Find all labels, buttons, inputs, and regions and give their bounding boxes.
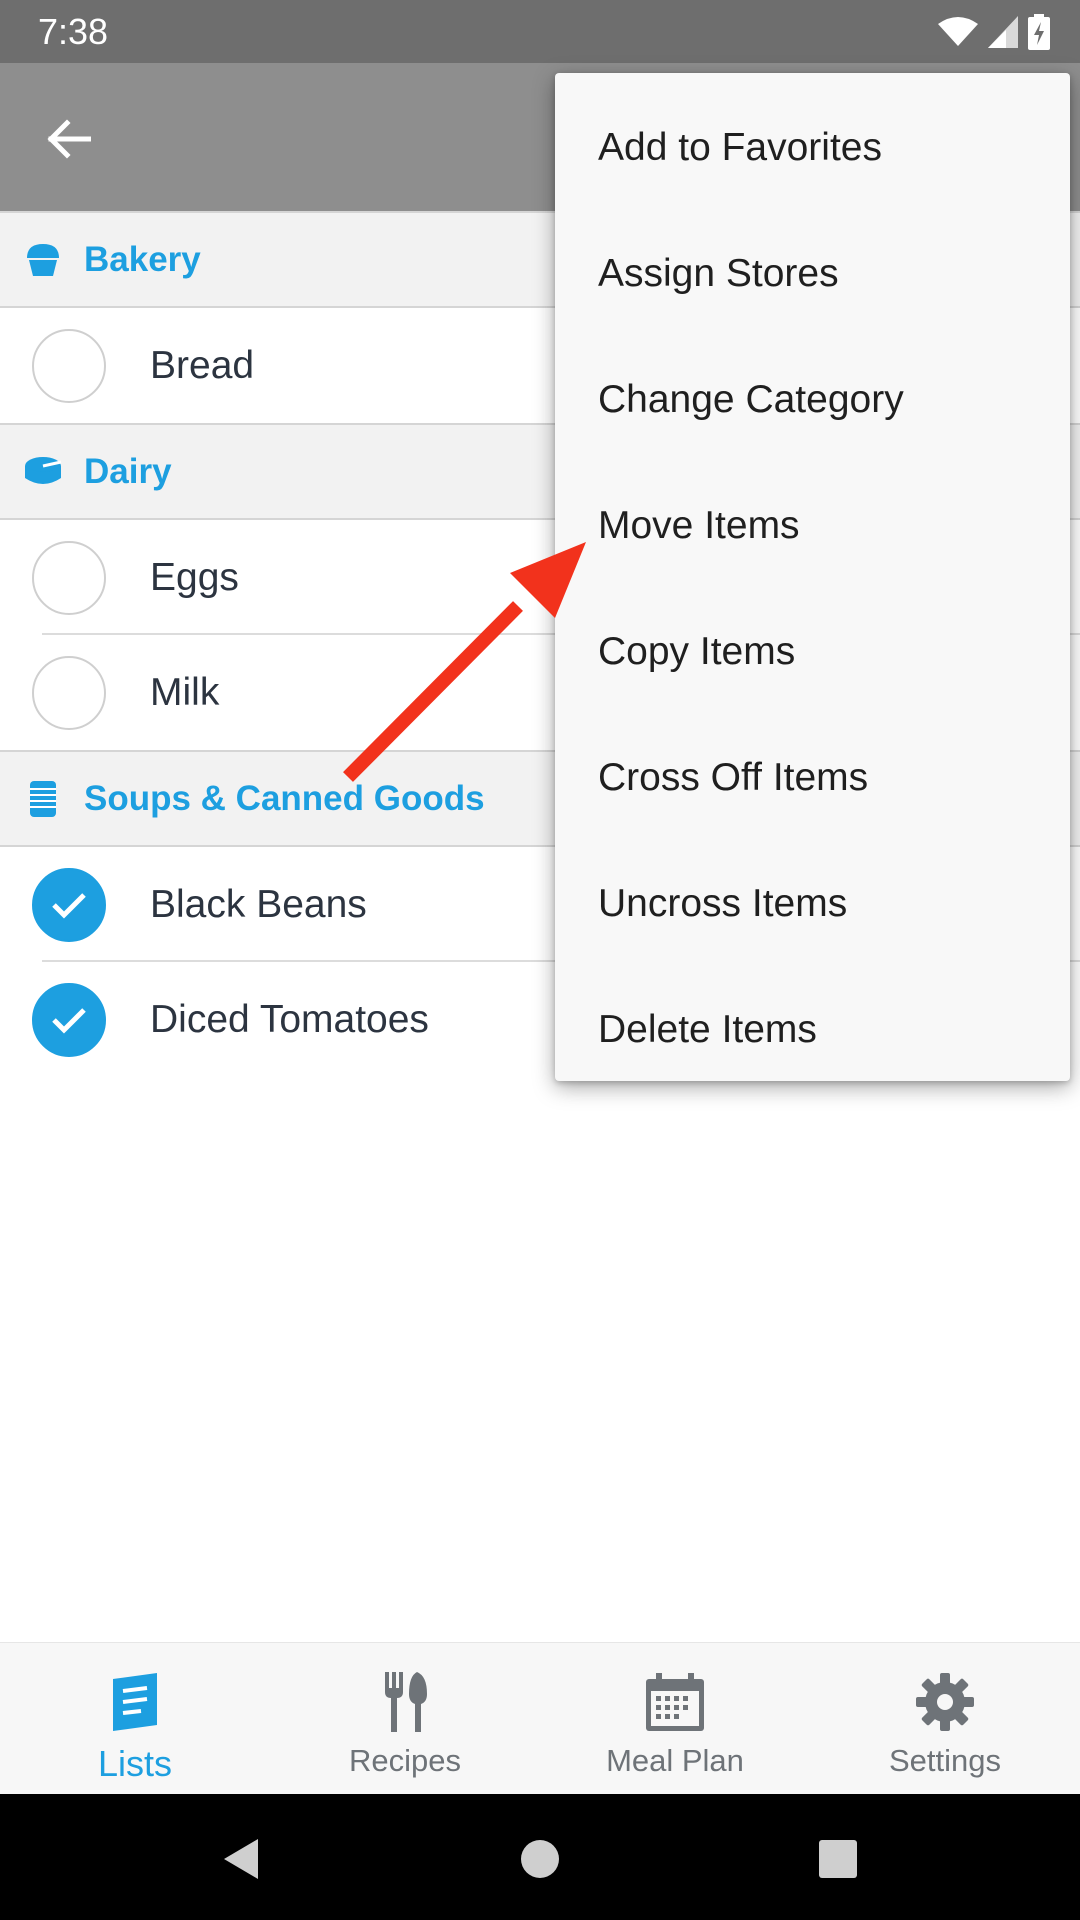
- category-label: Soups & Canned Goods: [84, 778, 485, 818]
- menu-item-delete-items[interactable]: Delete Items: [555, 967, 1070, 1093]
- tab-lists[interactable]: Lists: [0, 1643, 270, 1794]
- status-icons: [938, 12, 1050, 52]
- wifi-icon: [938, 17, 978, 46]
- tab-settings[interactable]: Settings: [810, 1643, 1080, 1794]
- home-circle-icon[interactable]: [505, 1824, 575, 1894]
- calendar-icon: [640, 1667, 710, 1737]
- category-label: Bakery: [84, 239, 201, 279]
- menu-item-cross-off-items[interactable]: Cross Off Items: [555, 715, 1070, 841]
- menu-item-change-category[interactable]: Change Category: [555, 337, 1070, 463]
- item-checkbox[interactable]: [32, 540, 106, 615]
- checkmark-icon: [52, 892, 86, 919]
- cupcake-icon: [22, 239, 64, 281]
- tab-meal-plan[interactable]: Meal Plan: [540, 1643, 810, 1794]
- item-checkbox[interactable]: [32, 328, 106, 403]
- tab-label: Lists: [97, 1743, 173, 1784]
- status-bar: 7:38: [0, 0, 1080, 63]
- back-triangle-icon[interactable]: [205, 1824, 275, 1894]
- cheese-icon: [22, 451, 64, 493]
- item-checkbox-checked[interactable]: [32, 867, 106, 942]
- back-button[interactable]: [28, 99, 108, 179]
- recents-square-icon[interactable]: [803, 1824, 873, 1894]
- tab-label: Settings: [888, 1743, 1001, 1778]
- system-navigation-bar: [0, 1794, 1080, 1920]
- item-label: Bread: [150, 343, 255, 387]
- tab-label: Meal Plan: [606, 1743, 744, 1778]
- item-label: Milk: [150, 670, 220, 714]
- bottom-navigation: Lists Recipes Meal Plan Settings: [0, 1642, 1080, 1794]
- menu-item-assign-stores[interactable]: Assign Stores: [555, 211, 1070, 337]
- overflow-menu: Add to Favorites Assign Stores Change Ca…: [555, 73, 1070, 1081]
- menu-item-copy-items[interactable]: Copy Items: [555, 589, 1070, 715]
- arrow-back-icon: [47, 119, 91, 159]
- battery-charging-icon: [1028, 14, 1050, 50]
- item-label: Diced Tomatoes: [150, 997, 429, 1041]
- item-checkbox[interactable]: [32, 655, 106, 730]
- cell-signal-icon: [988, 16, 1018, 48]
- menu-item-uncross-items[interactable]: Uncross Items: [555, 841, 1070, 967]
- status-time: 7:38: [38, 11, 109, 52]
- checkmark-icon: [52, 1007, 86, 1034]
- can-icon: [22, 778, 64, 820]
- item-checkbox-checked[interactable]: [32, 982, 106, 1057]
- fork-spoon-icon: [370, 1667, 440, 1737]
- list-icon: [100, 1667, 170, 1737]
- item-label: Eggs: [150, 555, 239, 599]
- item-label: Black Beans: [150, 882, 367, 926]
- category-label: Dairy: [84, 451, 172, 491]
- tab-label: Recipes: [349, 1743, 461, 1778]
- menu-item-add-to-favorites[interactable]: Add to Favorites: [555, 85, 1070, 211]
- tab-recipes[interactable]: Recipes: [270, 1643, 540, 1794]
- gear-icon: [910, 1667, 980, 1737]
- menu-item-move-items[interactable]: Move Items: [555, 463, 1070, 589]
